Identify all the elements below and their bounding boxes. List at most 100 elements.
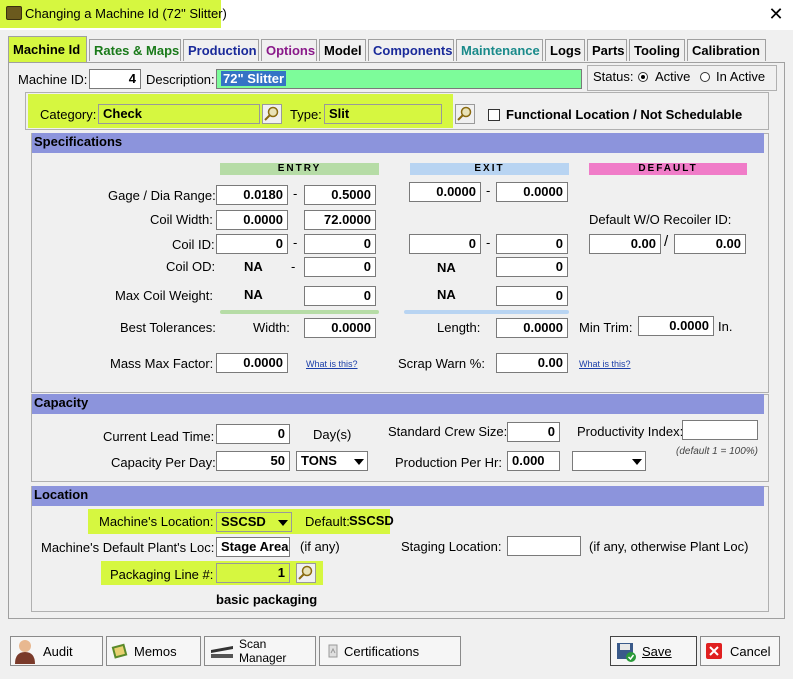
status-label: Status: — [593, 69, 634, 84]
category-input[interactable]: Check — [98, 104, 260, 124]
coil-od-entry-max-input[interactable]: 0 — [304, 257, 376, 277]
max-weight-label: Max Coil Weight: — [115, 288, 214, 303]
staging-location-input[interactable] — [507, 536, 581, 556]
tab-logs[interactable]: Logs — [545, 39, 585, 61]
min-trim-input[interactable]: 0.0000 — [638, 316, 714, 336]
gage-exit-min-input[interactable]: 0.0000 — [409, 182, 481, 202]
type-input[interactable]: Slit — [324, 104, 442, 124]
default-location-value: SSCSD — [349, 513, 394, 528]
tab-parts[interactable]: Parts — [587, 39, 627, 61]
per-day-input[interactable]: 50 — [216, 451, 290, 471]
exit-header: EXIT — [410, 163, 569, 175]
scan-manager-button[interactable]: Scan Manager — [204, 636, 316, 666]
chevron-down-icon — [354, 459, 364, 465]
save-button-label: Save — [642, 644, 672, 659]
range-dash: - — [291, 259, 296, 274]
category-label: Category: — [40, 107, 97, 122]
tab-tooling[interactable]: Tooling — [629, 39, 685, 61]
memos-button[interactable]: Memos — [106, 636, 201, 666]
functional-location-label: Functional Location / Not Schedulable — [506, 107, 743, 122]
magnifier-icon — [264, 106, 279, 121]
save-disk-icon — [617, 643, 636, 662]
coil-od-exit-max-input[interactable]: 0 — [496, 257, 568, 277]
crew-size-label: Standard Crew Size: — [388, 424, 508, 439]
status-active-label: Active — [655, 69, 691, 84]
staging-location-label: Staging Location: — [401, 539, 502, 554]
coil-id-exit-min-input[interactable]: 0 — [409, 234, 481, 254]
audit-person-icon — [15, 640, 35, 664]
tab-options[interactable]: Options — [261, 39, 317, 61]
gage-entry-min-input[interactable]: 0.0180 — [216, 185, 288, 205]
width-label: Width: — [253, 320, 290, 335]
coil-id-exit-max-input[interactable]: 0 — [496, 234, 568, 254]
location-title: Location — [34, 487, 89, 502]
tab-components[interactable]: Components — [368, 39, 454, 61]
coil-id-entry-max-input[interactable]: 0 — [304, 234, 376, 254]
description-input[interactable]: 72" Slitter — [216, 69, 582, 89]
functional-location-checkbox[interactable] — [488, 109, 500, 121]
coil-width-min-input[interactable]: 0.0000 — [216, 210, 288, 230]
lead-time-input[interactable]: 0 — [216, 424, 290, 444]
width-input[interactable]: 0.0000 — [304, 318, 376, 338]
exit-underline — [404, 310, 569, 314]
packaging-description: basic packaging — [216, 592, 318, 607]
entry-underline — [220, 310, 379, 314]
memo-icon — [111, 643, 128, 659]
window-title: Changing a Machine Id (72" Slitter) — [25, 6, 227, 21]
tab-maintenance[interactable]: Maintenance — [456, 39, 543, 61]
tab-machine-id[interactable]: Machine Id — [8, 36, 87, 62]
range-dash: - — [486, 235, 491, 250]
machine-location-select[interactable]: SSCSD — [216, 512, 292, 532]
audit-button-label: Audit — [43, 644, 73, 659]
crew-size-input[interactable]: 0 — [507, 422, 560, 442]
save-button[interactable]: Save — [610, 636, 697, 666]
mass-max-help-link[interactable]: What is this? — [306, 359, 358, 369]
type-search-button[interactable] — [455, 104, 475, 124]
mass-max-input[interactable]: 0.0000 — [216, 353, 288, 373]
machine-id-input[interactable]: 4 — [89, 69, 141, 89]
default-max-input[interactable]: 0.00 — [674, 234, 746, 254]
scrap-warn-label: Scrap Warn %: — [398, 356, 485, 371]
coil-width-max-input[interactable]: 72.0000 — [304, 210, 376, 230]
productivity-input[interactable] — [682, 420, 758, 440]
tab-model[interactable]: Model — [319, 39, 366, 61]
gage-exit-max-input[interactable]: 0.0000 — [496, 182, 568, 202]
per-hr-label: Production Per Hr: — [395, 455, 502, 470]
entry-header: ENTRY — [220, 163, 379, 175]
close-icon[interactable]: ✕ — [765, 3, 787, 25]
plant-location-input[interactable]: Stage Area — [216, 537, 290, 557]
tab-rates-maps[interactable]: Rates & Maps — [89, 39, 181, 61]
scrap-warn-input[interactable]: 0.00 — [496, 353, 568, 373]
cancel-button[interactable]: Cancel — [700, 636, 780, 666]
type-label: Type: — [290, 107, 322, 122]
gage-entry-max-input[interactable]: 0.5000 — [304, 185, 376, 205]
default-min-input[interactable]: 0.00 — [589, 234, 661, 254]
machine-id-label: Machine ID: — [18, 72, 88, 87]
audit-button[interactable]: Audit — [10, 636, 103, 666]
tab-production[interactable]: Production — [183, 39, 259, 61]
status-inactive-label: In Active — [716, 69, 766, 84]
description-selected-text: 72" Slitter — [221, 71, 287, 86]
packaging-line-search-button[interactable] — [296, 563, 316, 583]
per-day-unit-select[interactable]: TONS — [296, 451, 368, 471]
max-weight-entry-na: NA — [244, 287, 263, 302]
max-weight-entry-input[interactable]: 0 — [304, 286, 376, 306]
scanner-icon — [211, 646, 233, 658]
certifications-button[interactable]: Certifications — [319, 636, 461, 666]
category-search-button[interactable] — [262, 104, 282, 124]
per-hr-input[interactable]: 0.000 — [507, 451, 560, 471]
max-weight-exit-input[interactable]: 0 — [496, 286, 568, 306]
scrap-warn-help-link[interactable]: What is this? — [579, 359, 631, 369]
coil-id-entry-min-input[interactable]: 0 — [216, 234, 288, 254]
tab-calibration[interactable]: Calibration — [687, 39, 766, 61]
status-active-radio[interactable] — [638, 72, 648, 82]
per-hr-unit-select[interactable] — [572, 451, 646, 471]
scan-manager-label-line1: Scan — [239, 637, 267, 651]
gage-label: Gage / Dia Range: — [108, 188, 216, 203]
packaging-line-input[interactable]: 1 — [216, 563, 290, 583]
chevron-down-icon — [632, 459, 642, 465]
coil-id-label: Coil ID: — [172, 237, 215, 252]
length-input[interactable]: 0.0000 — [496, 318, 568, 338]
status-inactive-radio[interactable] — [700, 72, 710, 82]
best-tolerances-label: Best Tolerances: — [120, 320, 216, 335]
